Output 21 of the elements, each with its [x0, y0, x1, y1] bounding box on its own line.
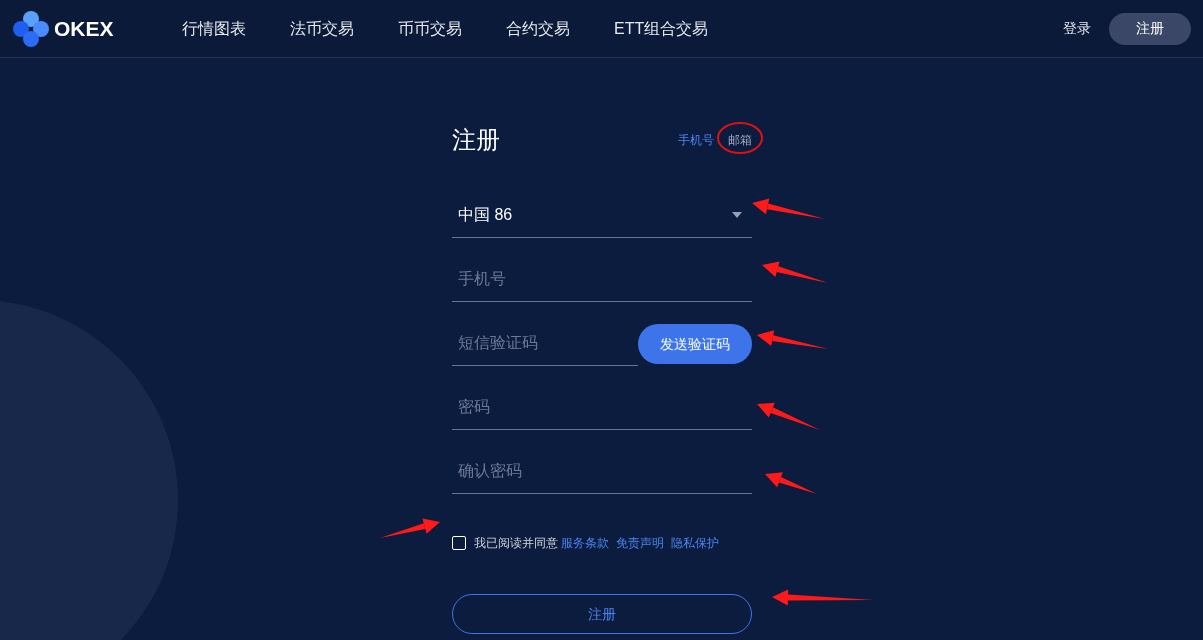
input-field[interactable]: 短信验证码	[452, 320, 638, 366]
tab[interactable]: 邮箱	[728, 131, 752, 149]
nav-link[interactable]: 法币交易	[290, 16, 354, 41]
nav-link[interactable]: 合约交易	[506, 16, 570, 41]
country-select[interactable]: 中国 86	[452, 192, 752, 238]
tab[interactable]: 手机号	[678, 131, 714, 149]
policy-link[interactable]: 免责声明	[616, 534, 664, 552]
input-field[interactable]: 密码	[452, 384, 752, 430]
form-title: 注册	[452, 125, 500, 155]
logo-text: OKEX	[54, 15, 114, 42]
agree-text: 我已阅读并同意	[474, 535, 558, 552]
send-code-button[interactable]: 发送验证码	[638, 324, 752, 364]
policy-link[interactable]: 服务条款	[561, 534, 609, 552]
login-link[interactable]: 登录	[1063, 18, 1091, 39]
register-button[interactable]: 注册	[1109, 12, 1191, 45]
nav-link[interactable]: 币币交易	[398, 16, 462, 41]
nav-link[interactable]: ETT组合交易	[614, 16, 709, 41]
nav-link[interactable]: 行情图表	[182, 16, 246, 41]
policy-link[interactable]: 隐私保护	[671, 534, 719, 552]
input-field[interactable]: 手机号	[452, 256, 752, 302]
input-field[interactable]: 确认密码	[452, 448, 752, 494]
